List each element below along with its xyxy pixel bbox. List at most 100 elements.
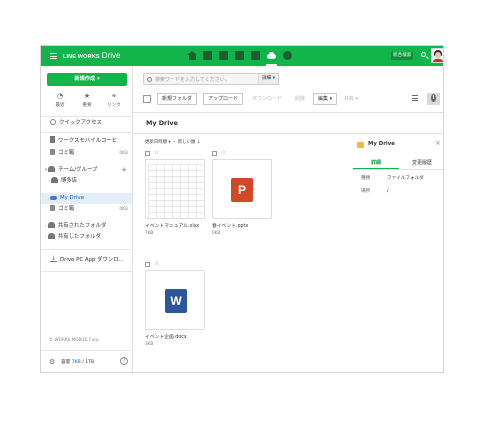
- cloud-icon: [50, 196, 57, 200]
- file-item-pptx[interactable]: ☆ P 春イベント.pptx 0KB: [212, 149, 272, 235]
- sidebar-item-shared-folder[interactable]: › 共有されたフォルダ: [41, 221, 132, 232]
- sidebar-item-mobile-folder[interactable]: ワークスモバイルコーヒ: [41, 136, 132, 147]
- detail-row-type: 種類 ファイルフォルダ: [361, 175, 424, 181]
- sidebar-item-team-sub[interactable]: › 博多店: [41, 176, 132, 187]
- upload-button[interactable]: アップロード: [203, 93, 244, 105]
- sidebar-item-trash[interactable]: ゴミ箱 0KB: [41, 204, 132, 215]
- sidebar-item-trash[interactable]: ゴミ箱 0KB: [41, 148, 132, 159]
- sidebar-item-quick-access[interactable]: クイックアクセス: [41, 118, 132, 129]
- help-icon[interactable]: ?: [120, 357, 128, 365]
- sidebar-item-pc-app-download[interactable]: Drive PC App ダウンロ...: [41, 253, 132, 266]
- file-checkbox[interactable]: [212, 151, 217, 156]
- sidebar-item-label: ゴミ箱: [58, 206, 75, 212]
- star-icon[interactable]: ☆: [154, 149, 159, 156]
- chevron-right-icon[interactable]: ›: [48, 179, 50, 184]
- sidebar-item-my-drive[interactable]: My Drive: [41, 193, 132, 204]
- file-thumbnail[interactable]: [145, 159, 205, 219]
- download-button[interactable]: ダウンロード: [247, 93, 288, 105]
- add-icon[interactable]: +: [121, 165, 127, 176]
- list-view-icon[interactable]: [412, 95, 418, 101]
- panel-title: My Drive: [368, 141, 395, 147]
- notes-icon[interactable]: [283, 51, 292, 60]
- trash-icon: [50, 205, 55, 211]
- tab-history[interactable]: 変更履歴: [399, 159, 443, 169]
- file-thumbnail[interactable]: W: [145, 270, 205, 330]
- people-icon: [48, 166, 56, 172]
- avatar[interactable]: [431, 48, 443, 63]
- file-checkbox[interactable]: [145, 262, 150, 267]
- chevron-down-icon[interactable]: ▾: [45, 168, 47, 173]
- star-icon[interactable]: ☆: [221, 149, 226, 156]
- file-name[interactable]: イベントマニュアル.xlsx: [145, 222, 205, 229]
- sidebar-item-label: 共有したフォルダ: [57, 234, 101, 240]
- file-thumbnail[interactable]: P: [212, 159, 272, 219]
- close-icon[interactable]: ×: [435, 139, 441, 147]
- new-folder-button[interactable]: 新規フォルダ: [157, 93, 198, 105]
- detail-row-location: 場所 /: [361, 188, 389, 194]
- building-icon: [50, 136, 55, 143]
- sidebar-item-label: 共有されたフォルダ: [57, 223, 107, 229]
- divider: [41, 132, 132, 133]
- menu-icon[interactable]: [50, 53, 57, 59]
- top-bar: LINE WORKS Drive 統合検索: [41, 46, 443, 66]
- gear-icon[interactable]: ⚙: [49, 358, 55, 366]
- star-icon[interactable]: ☆: [154, 260, 159, 267]
- sidebar-item-sharing-folder[interactable]: › 共有したフォルダ: [41, 232, 132, 243]
- chevron-right-icon[interactable]: ›: [45, 235, 47, 240]
- sidebar-item-team-group[interactable]: ▾ チーム/グループ +: [41, 165, 132, 176]
- brand-logo[interactable]: LINE WORKS Drive: [63, 51, 120, 60]
- sidebar-bottom: ⚙ 容量 7KB / 1TB ?: [41, 350, 132, 372]
- link-icon: ⚭: [111, 92, 117, 100]
- select-all-checkbox[interactable]: [143, 95, 151, 103]
- calendar-icon[interactable]: [235, 51, 244, 60]
- sidebar-item-label: ゴミ箱: [58, 150, 75, 156]
- sidebar: 新規作成 ▾ ◔ 最近 ★ 重要 ⚭ リンク クイックアクセス ワークスモバイル…: [41, 66, 133, 373]
- info-icon[interactable]: [427, 93, 440, 105]
- detail-panel: My Drive × 詳細 変更履歴 種類 ファイルフォルダ 場所 /: [349, 135, 443, 372]
- quick-important-label: 重要: [82, 103, 92, 108]
- accent-line: [41, 372, 132, 373]
- tab-detail[interactable]: 詳細: [353, 159, 399, 169]
- shared-folder-icon: [47, 233, 55, 239]
- star-icon: ★: [83, 92, 91, 100]
- trash-size: 0KB: [119, 207, 128, 212]
- sort-selector[interactable]: 更新日時順 ▾ ・ 新しい順 ↓: [145, 139, 200, 145]
- chat-icon[interactable]: [203, 51, 212, 60]
- detail-value: ファイルフォルダ: [387, 176, 424, 181]
- search-icon[interactable]: [421, 52, 426, 57]
- quick-recent[interactable]: ◔ 最近: [49, 93, 71, 109]
- divider: [41, 249, 132, 250]
- detail-key: 場所: [361, 189, 371, 194]
- file-name[interactable]: イベント企画.docx: [145, 333, 205, 340]
- drive-app-window: LINE WORKS Drive 統合検索 新規作成 ▾ ◔ 最近 ★ 重要 ⚭…: [40, 45, 444, 373]
- title-bar: My Drive: [133, 112, 443, 134]
- quick-link-label: リンク: [107, 103, 121, 108]
- file-checkbox[interactable]: [145, 151, 150, 156]
- sidebar-item-label: クイックアクセス: [59, 120, 102, 126]
- sidebar-item-label: My Drive: [60, 195, 84, 201]
- global-search-button[interactable]: 統合検索: [391, 52, 414, 60]
- chevron-right-icon[interactable]: ›: [45, 224, 47, 229]
- new-create-button[interactable]: 新規作成 ▾: [47, 73, 127, 86]
- delete-button[interactable]: 削除: [290, 93, 311, 105]
- search-input[interactable]: [155, 75, 255, 84]
- contacts-icon[interactable]: [251, 51, 260, 60]
- quick-important[interactable]: ★ 重要: [76, 92, 98, 109]
- file-name[interactable]: 春イベント.pptx: [212, 222, 272, 229]
- capacity-total: / 1TB: [82, 360, 95, 365]
- home-icon[interactable]: [187, 51, 197, 60]
- mail-icon[interactable]: [219, 51, 228, 60]
- search-detail-dropdown[interactable]: 詳細 ▾: [258, 74, 278, 84]
- edit-dropdown[interactable]: 編集 ▾: [313, 93, 338, 105]
- detail-value: /: [387, 189, 389, 194]
- quick-link[interactable]: ⚭ リンク: [103, 92, 125, 109]
- clock-icon: [50, 119, 56, 125]
- capacity-label: 容量: [61, 360, 71, 365]
- brand-sub: Drive: [101, 51, 121, 60]
- file-item-xlsx[interactable]: ☆ イベントマニュアル.xlsx 7KB: [145, 149, 205, 235]
- file-item-docx[interactable]: ☆ W イベント企画.docx 3KB: [145, 260, 205, 346]
- detail-key: 種類: [361, 176, 371, 181]
- drive-icon[interactable]: [266, 51, 277, 66]
- share-dropdown[interactable]: 共有 ▾: [339, 93, 364, 105]
- sidebar-item-label: チーム/グループ: [58, 167, 98, 173]
